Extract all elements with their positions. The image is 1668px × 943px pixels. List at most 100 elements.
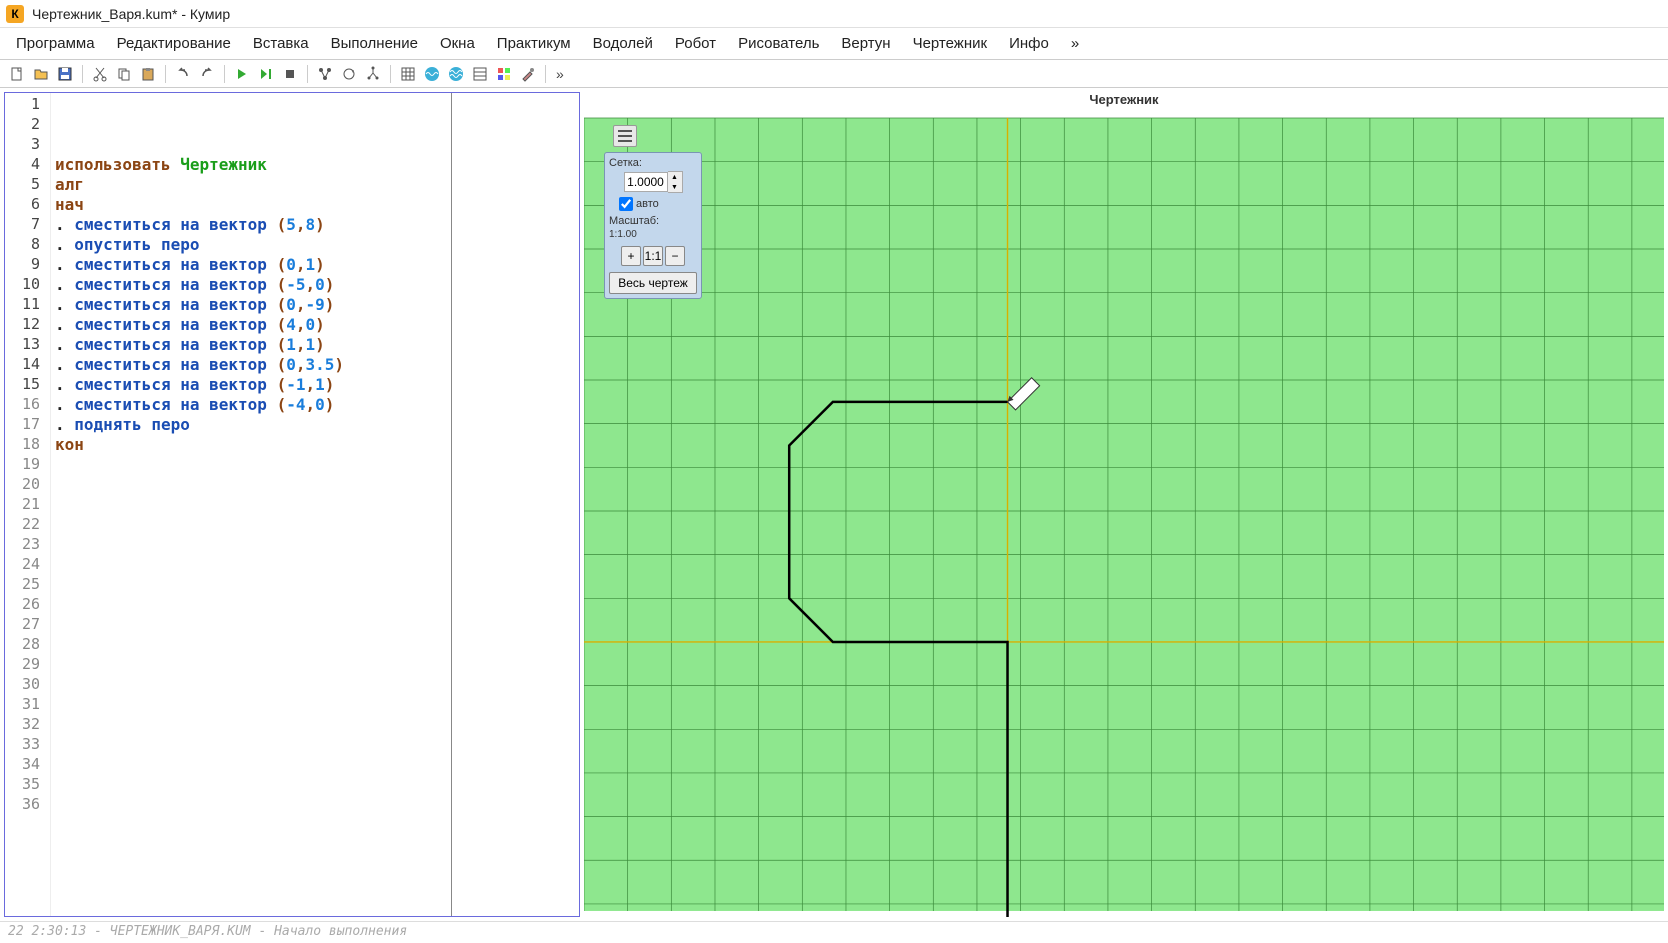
line-number: 14: [5, 355, 50, 375]
line-number: 32: [5, 715, 50, 735]
line-number: 10: [5, 275, 50, 295]
line-number: 33: [5, 735, 50, 755]
toolbar-more[interactable]: »: [552, 66, 568, 82]
grid-spin-down[interactable]: ▼: [668, 182, 682, 192]
cut-button[interactable]: [89, 63, 111, 85]
new-button[interactable]: [6, 63, 28, 85]
menu-Инфо[interactable]: Инфо: [999, 31, 1059, 56]
line-number: 23: [5, 535, 50, 555]
menu-Вставка[interactable]: Вставка: [243, 31, 319, 56]
code-line[interactable]: алг: [55, 175, 575, 195]
code-line[interactable]: кон: [55, 435, 575, 455]
menu-bar: ПрограммаРедактированиеВставкаВыполнение…: [0, 28, 1668, 60]
menu-Окна[interactable]: Окна: [430, 31, 485, 56]
waves2-button[interactable]: [445, 63, 467, 85]
line-number: 22: [5, 515, 50, 535]
title-bar: К Чертежник_Варя.kum* - Кумир: [0, 0, 1668, 28]
grid-spinner[interactable]: ▲ ▼: [609, 171, 697, 193]
line-number: 29: [5, 655, 50, 675]
window-title: Чертежник_Варя.kum* - Кумир: [32, 6, 230, 22]
menu-»[interactable]: »: [1061, 31, 1089, 56]
fit-whole-button[interactable]: Весь чертеж: [609, 272, 697, 294]
cells-button[interactable]: [493, 63, 515, 85]
line-number: 27: [5, 615, 50, 635]
struct-button[interactable]: [314, 63, 336, 85]
auto-checkbox[interactable]: [619, 197, 633, 211]
line-number: 6: [5, 195, 50, 215]
line-number: 19: [5, 455, 50, 475]
main-split: 1234567891011121314151617181920212223242…: [0, 88, 1668, 921]
scale-ratio: 1:1.00: [609, 229, 697, 240]
line-number: 5: [5, 175, 50, 195]
line-number: 25: [5, 575, 50, 595]
cycle-button[interactable]: [338, 63, 360, 85]
line-number: 8: [5, 235, 50, 255]
code-line[interactable]: . сместиться на вектор (-4,0): [55, 395, 575, 415]
code-line[interactable]: нач: [55, 195, 575, 215]
menu-Вертун[interactable]: Вертун: [831, 31, 900, 56]
code-line[interactable]: использовать Чертежник: [55, 155, 575, 175]
line-number: 17: [5, 415, 50, 435]
line-number: 2: [5, 115, 50, 135]
grid-spin-up[interactable]: ▲: [668, 172, 682, 182]
rows-button[interactable]: [469, 63, 491, 85]
line-number: 30: [5, 675, 50, 695]
code-line[interactable]: . опустить перо: [55, 235, 575, 255]
tool-button[interactable]: [517, 63, 539, 85]
menu-Программа[interactable]: Программа: [6, 31, 105, 56]
code-line[interactable]: . сместиться на вектор (0,-9): [55, 295, 575, 315]
menu-Рисователь[interactable]: Рисователь: [728, 31, 829, 56]
code-line[interactable]: . сместиться на вектор (1,1): [55, 335, 575, 355]
zoom-out-button[interactable]: −: [665, 246, 685, 266]
line-number: 28: [5, 635, 50, 655]
grid-button[interactable]: [397, 63, 419, 85]
app-icon: К: [6, 5, 24, 23]
code-line[interactable]: . сместиться на вектор (5,8): [55, 215, 575, 235]
code-line[interactable]: . поднять перо: [55, 415, 575, 435]
menu-Практикум[interactable]: Практикум: [487, 31, 581, 56]
branch-button[interactable]: [362, 63, 384, 85]
zoom-reset-button[interactable]: 1:1: [643, 246, 663, 266]
drawing-canvas[interactable]: Сетка: ▲ ▼ авто Масштаб: 1:1.00 + 1:1: [584, 112, 1664, 917]
line-number: 3: [5, 135, 50, 155]
line-number: 21: [5, 495, 50, 515]
line-number: 36: [5, 795, 50, 815]
undo-button[interactable]: [172, 63, 194, 85]
menu-Выполнение[interactable]: Выполнение: [321, 31, 428, 56]
step-button[interactable]: [255, 63, 277, 85]
scale-label: Масштаб:: [609, 215, 697, 227]
code-line[interactable]: . сместиться на вектор (0,3.5): [55, 355, 575, 375]
line-gutter: 1234567891011121314151617181920212223242…: [5, 93, 51, 916]
redo-button[interactable]: [196, 63, 218, 85]
paste-button[interactable]: [137, 63, 159, 85]
canvas-pane: Чертежник Сетка: ▲ ▼ авто Масштаб:: [584, 92, 1664, 917]
zoom-in-button[interactable]: +: [621, 246, 641, 266]
grid-label: Сетка:: [609, 157, 697, 169]
line-number: 7: [5, 215, 50, 235]
code-line[interactable]: . сместиться на вектор (-5,0): [55, 275, 575, 295]
menu-Чертежник[interactable]: Чертежник: [903, 31, 998, 56]
auto-label: авто: [636, 198, 659, 210]
stop-button[interactable]: [279, 63, 301, 85]
waves-button[interactable]: [421, 63, 443, 85]
status-bar: 22 2:30:13 - ЧЕРТЕЖНИК_ВАРЯ.KUM - Начало…: [0, 921, 1668, 943]
panel-menu-button[interactable]: [613, 125, 637, 147]
run-button[interactable]: [231, 63, 253, 85]
line-number: 31: [5, 695, 50, 715]
grid-value-input[interactable]: [624, 172, 668, 192]
code-editor[interactable]: использовать Чертежникалгнач. сместиться…: [51, 93, 579, 916]
menu-Редактирование[interactable]: Редактирование: [107, 31, 241, 56]
editor-pane: 1234567891011121314151617181920212223242…: [4, 92, 580, 917]
code-line[interactable]: . сместиться на вектор (-1,1): [55, 375, 575, 395]
line-number: 9: [5, 255, 50, 275]
line-number: 34: [5, 755, 50, 775]
menu-Водолей[interactable]: Водолей: [583, 31, 663, 56]
line-number: 13: [5, 335, 50, 355]
save-button[interactable]: [54, 63, 76, 85]
menu-Робот[interactable]: Робот: [665, 31, 726, 56]
code-line[interactable]: . сместиться на вектор (4,0): [55, 315, 575, 335]
code-line[interactable]: . сместиться на вектор (0,1): [55, 255, 575, 275]
copy-button[interactable]: [113, 63, 135, 85]
open-button[interactable]: [30, 63, 52, 85]
line-number: 18: [5, 435, 50, 455]
